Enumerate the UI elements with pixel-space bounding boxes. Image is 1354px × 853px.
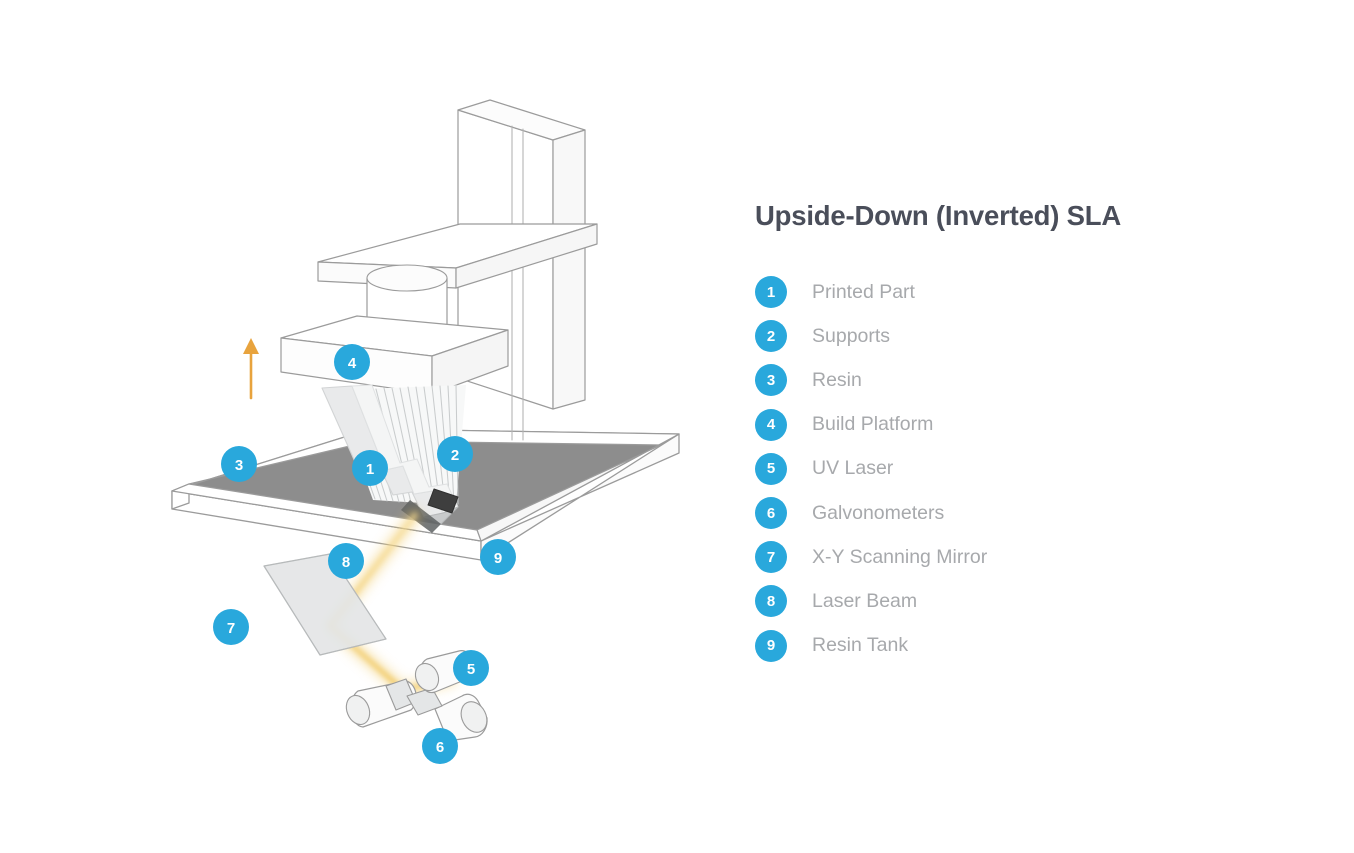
svg-text:4: 4 — [348, 355, 357, 372]
legend-item-label: Galvonometers — [812, 501, 945, 524]
legend-badge: 4 — [755, 408, 787, 441]
svg-text:2: 2 — [451, 447, 459, 464]
legend-item-laser-beam[interactable]: 8 Laser Beam — [755, 579, 1275, 623]
svg-text:5: 5 — [467, 661, 475, 678]
legend-list: 1 Printed Part 2 Supports 3 Resin 4 Buil… — [755, 270, 1275, 668]
legend-panel: Upside-Down (Inverted) SLA 1 Printed Par… — [755, 200, 1275, 668]
legend-item-resin-tank[interactable]: 9 Resin Tank — [755, 624, 1275, 668]
legend-item-label: Build Platform — [812, 413, 934, 436]
legend-item-xy-scanning-mirror[interactable]: 7 X-Y Scanning Mirror — [755, 535, 1275, 579]
legend-item-galvonometers[interactable]: 6 Galvonometers — [755, 491, 1275, 535]
diagram-canvas: 4 3 1 2 9 8 7 5 6 Upside-Down (Inverted)… — [0, 0, 1354, 853]
legend-badge: 7 — [755, 541, 787, 574]
callout-4-build-platform[interactable]: 4 — [334, 344, 370, 380]
callout-8-laser-beam[interactable]: 8 — [328, 543, 364, 579]
legend-badge: 9 — [755, 629, 787, 662]
legend-item-uv-laser[interactable]: 5 UV Laser — [755, 447, 1275, 491]
callout-3-resin[interactable]: 3 — [221, 446, 257, 482]
legend-item-label: Supports — [812, 324, 891, 347]
callout-9-resin-tank[interactable]: 9 — [480, 539, 516, 575]
svg-text:9: 9 — [494, 550, 502, 567]
svg-text:1: 1 — [366, 461, 374, 478]
svg-text:7: 7 — [227, 620, 235, 637]
galvo-left — [345, 678, 417, 728]
legend-badge: 3 — [755, 364, 787, 397]
legend-badge: 8 — [755, 585, 787, 618]
svg-text:3: 3 — [235, 457, 243, 474]
callout-7-xy-scanning-mirror[interactable]: 7 — [213, 609, 249, 645]
legend-item-label: Printed Part — [812, 280, 915, 303]
legend-badge: 2 — [755, 320, 787, 353]
legend-item-printed-part[interactable]: 1 Printed Part — [755, 270, 1275, 314]
callout-2-supports[interactable]: 2 — [437, 436, 473, 472]
legend-item-build-platform[interactable]: 4 Build Platform — [755, 403, 1275, 447]
legend-item-label: X-Y Scanning Mirror — [812, 545, 988, 568]
legend-item-supports[interactable]: 2 Supports — [755, 314, 1275, 358]
legend-item-resin[interactable]: 3 Resin — [755, 358, 1275, 402]
page-title: Upside-Down (Inverted) SLA — [755, 200, 1122, 231]
svg-text:8: 8 — [342, 554, 350, 571]
legend-badge: 1 — [755, 276, 787, 309]
legend-item-label: Resin — [812, 368, 862, 391]
callout-1-printed-part[interactable]: 1 — [352, 450, 388, 486]
legend-item-label: UV Laser — [812, 457, 894, 480]
platform-lift-arrow — [243, 338, 259, 400]
legend-badge: 6 — [755, 497, 787, 530]
svg-text:6: 6 — [436, 739, 444, 756]
callout-5-uv-laser[interactable]: 5 — [453, 650, 489, 686]
callout-6-galvonometers[interactable]: 6 — [422, 728, 458, 764]
legend-badge: 5 — [755, 452, 787, 485]
legend-item-label: Resin Tank — [812, 634, 909, 657]
legend-item-label: Laser Beam — [812, 589, 918, 612]
